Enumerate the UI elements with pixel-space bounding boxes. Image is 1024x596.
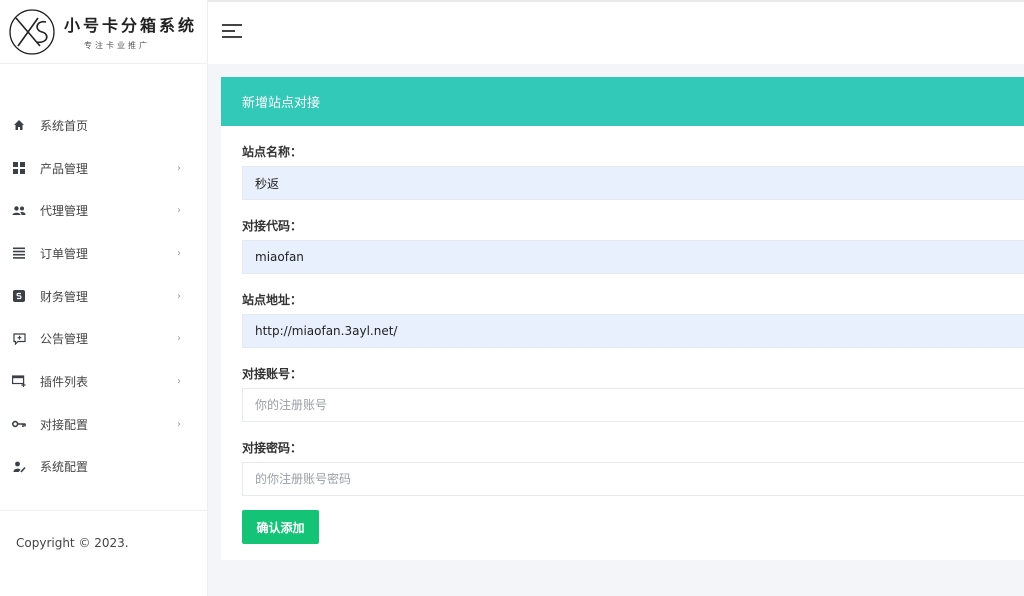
sidebar: 小号卡分箱系统 专注卡业推广 系统首页 产品管理 › 代理管理 › 订单管理 ›… — [0, 0, 208, 596]
account-field-group: 对接账号： — [242, 362, 1024, 436]
sidebar-item-label: 对接配置 — [40, 417, 89, 432]
sidebar-item-home[interactable]: 系统首页 — [0, 104, 207, 147]
chevron-right-icon: › — [177, 333, 181, 345]
account-input[interactable] — [242, 388, 1024, 422]
site-name-field-group: 站点名称： — [242, 140, 1024, 214]
sidebar-item-announcements[interactable]: 公告管理 › — [0, 317, 207, 360]
site-url-input[interactable] — [242, 314, 1024, 348]
sidebar-item-label: 公告管理 — [40, 332, 89, 347]
sidebar-item-label: 产品管理 — [40, 161, 89, 176]
add-site-card: 新增站点对接 站点名称： 对接代码： 站点地址： 对接账号： 对接密码： 确认添… — [221, 77, 1024, 560]
list-icon — [12, 246, 26, 260]
add-site-form: 站点名称： 对接代码： 站点地址： 对接账号： 对接密码： 确认添加 — [221, 126, 1024, 544]
sidebar-item-orders[interactable]: 订单管理 › — [0, 232, 207, 275]
chevron-right-icon: › — [177, 205, 181, 217]
sidebar-nav: 系统首页 产品管理 › 代理管理 › 订单管理 › 财务管理 › 公告管理 › … — [0, 104, 207, 488]
grid-icon — [12, 161, 26, 175]
key-icon — [12, 417, 26, 431]
account-label: 对接账号： — [242, 366, 303, 381]
site-name-input[interactable] — [242, 166, 1024, 200]
password-input[interactable] — [242, 462, 1024, 496]
plugin-icon — [12, 374, 26, 388]
site-url-label: 站点地址： — [242, 292, 303, 307]
copyright-text: Copyright © 2023. — [16, 536, 129, 550]
password-field-group: 对接密码： — [242, 436, 1024, 510]
brand-subtitle: 专注卡业推广 — [84, 41, 150, 50]
chevron-right-icon: › — [177, 162, 181, 174]
sidebar-item-label: 订单管理 — [40, 246, 89, 261]
docking-code-label: 对接代码： — [242, 218, 303, 233]
sidebar-item-label: 插件列表 — [40, 374, 89, 389]
sidebar-item-label: 系统配置 — [40, 460, 89, 475]
confirm-add-button[interactable]: 确认添加 — [242, 510, 319, 544]
sidebar-item-label: 财务管理 — [40, 289, 89, 304]
chevron-right-icon: › — [177, 418, 181, 430]
docking-code-field-group: 对接代码： — [242, 214, 1024, 288]
sidebar-item-label: 代理管理 — [40, 204, 89, 219]
user-settings-icon — [12, 460, 26, 474]
site-name-label: 站点名称： — [242, 144, 303, 159]
brand-logo[interactable]: 小号卡分箱系统 专注卡业推广 — [0, 0, 207, 64]
chevron-right-icon: › — [177, 290, 181, 302]
password-label: 对接密码： — [242, 440, 303, 455]
logo-mark-icon — [9, 8, 55, 55]
sidebar-divider — [0, 510, 207, 511]
sidebar-item-plugins[interactable]: 插件列表 › — [0, 360, 207, 403]
site-url-field-group: 站点地址： — [242, 288, 1024, 362]
sidebar-item-agents[interactable]: 代理管理 › — [0, 189, 207, 232]
sidebar-item-docking-config[interactable]: 对接配置 › — [0, 403, 207, 446]
users-icon — [12, 204, 26, 218]
announcement-icon — [12, 332, 26, 346]
sidebar-item-label: 系统首页 — [40, 118, 89, 133]
home-icon — [12, 118, 26, 132]
chevron-right-icon: › — [177, 247, 181, 259]
card-title: 新增站点对接 — [221, 77, 1024, 126]
sidebar-item-products[interactable]: 产品管理 › — [0, 147, 207, 190]
sidebar-item-system-config[interactable]: 系统配置 — [0, 446, 207, 489]
menu-toggle-icon[interactable] — [222, 24, 242, 40]
sidebar-item-finance[interactable]: 财务管理 › — [0, 275, 207, 318]
brand-title: 小号卡分箱系统 — [64, 16, 198, 35]
top-bar — [208, 0, 1024, 64]
dollar-icon — [12, 289, 26, 303]
chevron-right-icon: › — [177, 375, 181, 387]
docking-code-input[interactable] — [242, 240, 1024, 274]
